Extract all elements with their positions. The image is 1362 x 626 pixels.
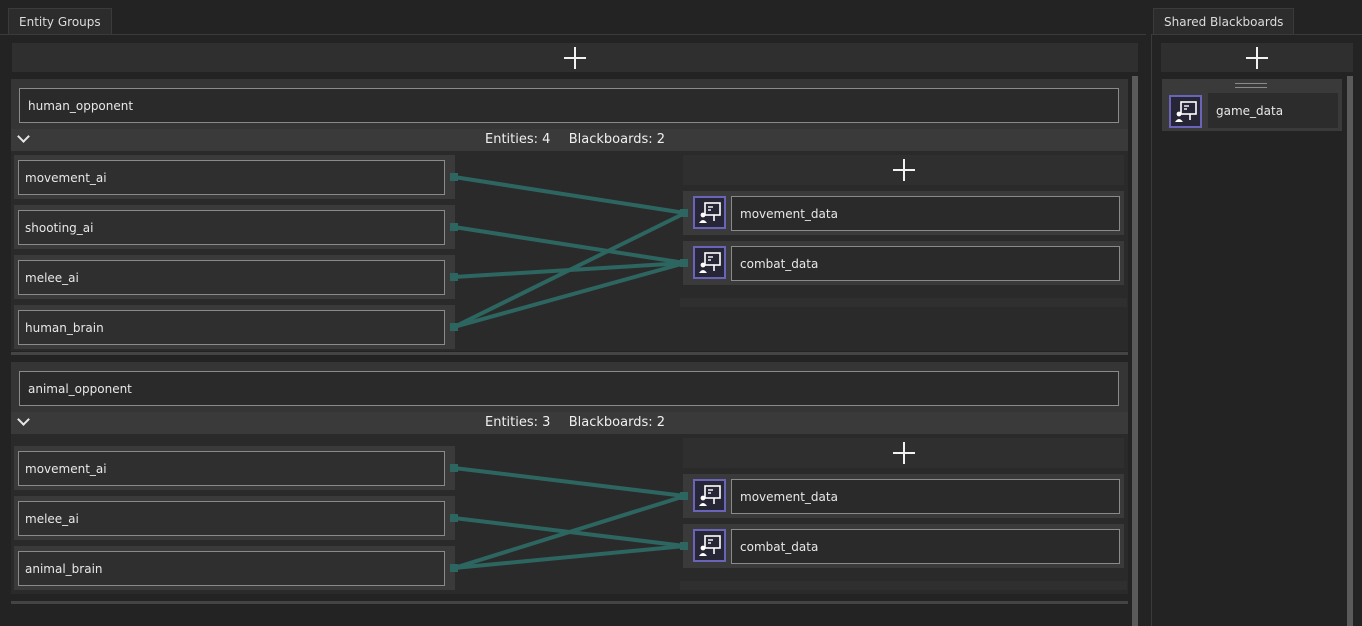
- connector-port: [680, 209, 688, 217]
- connection-line: [453, 261, 686, 329]
- connection-layer: [450, 173, 688, 572]
- connector-port: [680, 492, 688, 500]
- connector-port: [450, 514, 458, 522]
- connection-line: [453, 175, 686, 215]
- connector-port: [450, 173, 458, 181]
- connector-port: [450, 323, 458, 331]
- connector-port: [450, 564, 458, 572]
- connector-port: [450, 273, 458, 281]
- connector-port: [450, 464, 458, 472]
- connection-line: [453, 225, 686, 265]
- connector-port: [450, 223, 458, 231]
- connection-line: [453, 211, 686, 329]
- connector-port: [680, 259, 688, 267]
- connection-line: [453, 466, 686, 498]
- connector-port: [680, 542, 688, 550]
